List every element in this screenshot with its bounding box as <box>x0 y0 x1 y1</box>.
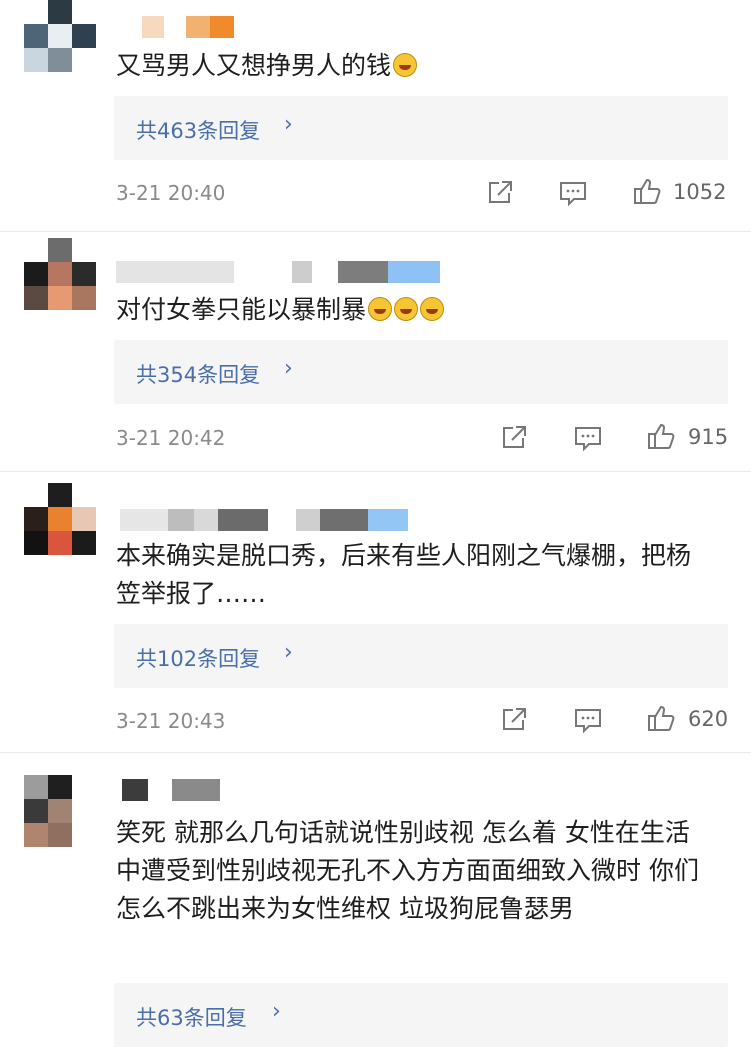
emoji-laugh-icon <box>393 53 418 77</box>
chevron-right-icon: › <box>284 640 293 665</box>
like-count: 915 <box>688 425 729 449</box>
share-icon[interactable] <box>499 705 529 735</box>
avatar[interactable] <box>24 775 96 847</box>
comment-text: 本来确实是脱口秀，后来有些人阳刚之气爆棚，把杨笠举报了…… <box>116 541 692 608</box>
timestamp: 3-21 20:40 <box>116 181 226 205</box>
username-blurred[interactable] <box>116 16 234 38</box>
reply-count: 共354条回复 <box>136 363 261 387</box>
comment-icon[interactable] <box>573 705 603 735</box>
chevron-right-icon: › <box>284 356 293 381</box>
reply-count: 共102条回复 <box>136 647 261 671</box>
reply-count-button[interactable]: 共463条回复 › <box>114 96 728 160</box>
comment-text: 笑死 就那么几句话就说性别歧视 怎么着 女性在生活中遭受到性别歧视无孔不入方方面… <box>116 818 699 923</box>
emoji-laugh-icon <box>368 297 393 321</box>
timestamp: 3-21 20:43 <box>116 709 226 733</box>
reply-count-button[interactable]: 共63条回复 › <box>114 983 728 1047</box>
divider <box>0 471 751 472</box>
divider <box>0 231 751 232</box>
share-icon[interactable] <box>499 423 529 453</box>
avatar[interactable] <box>24 483 96 555</box>
like-icon[interactable] <box>646 421 676 451</box>
like-icon[interactable] <box>632 176 662 206</box>
chevron-right-icon: › <box>284 112 293 137</box>
emoji-laugh-icon <box>394 297 419 321</box>
reply-count-button[interactable]: 共354条回复 › <box>114 340 728 404</box>
comment-icon[interactable] <box>558 178 588 208</box>
like-count: 620 <box>688 707 729 731</box>
username-blurred[interactable] <box>122 779 220 801</box>
avatar[interactable] <box>24 0 96 72</box>
avatar[interactable] <box>24 238 96 310</box>
share-icon[interactable] <box>485 178 515 208</box>
username-blurred[interactable] <box>120 509 408 531</box>
chevron-right-icon: › <box>272 999 281 1024</box>
reply-count: 共463条回复 <box>136 119 261 143</box>
comment-icon[interactable] <box>573 423 603 453</box>
comment-text: 对付女拳只能以暴制暴 <box>116 291 716 329</box>
timestamp: 3-21 20:42 <box>116 426 226 450</box>
like-count: 1052 <box>673 180 727 204</box>
username-blurred[interactable] <box>116 261 440 283</box>
divider <box>0 752 751 753</box>
reply-count-button[interactable]: 共102条回复 › <box>114 624 728 688</box>
comment-text: 又骂男人又想挣男人的钱 <box>116 47 716 85</box>
emoji-laugh-icon <box>420 297 445 321</box>
reply-count: 共63条回复 <box>136 1006 247 1030</box>
like-icon[interactable] <box>646 703 676 733</box>
